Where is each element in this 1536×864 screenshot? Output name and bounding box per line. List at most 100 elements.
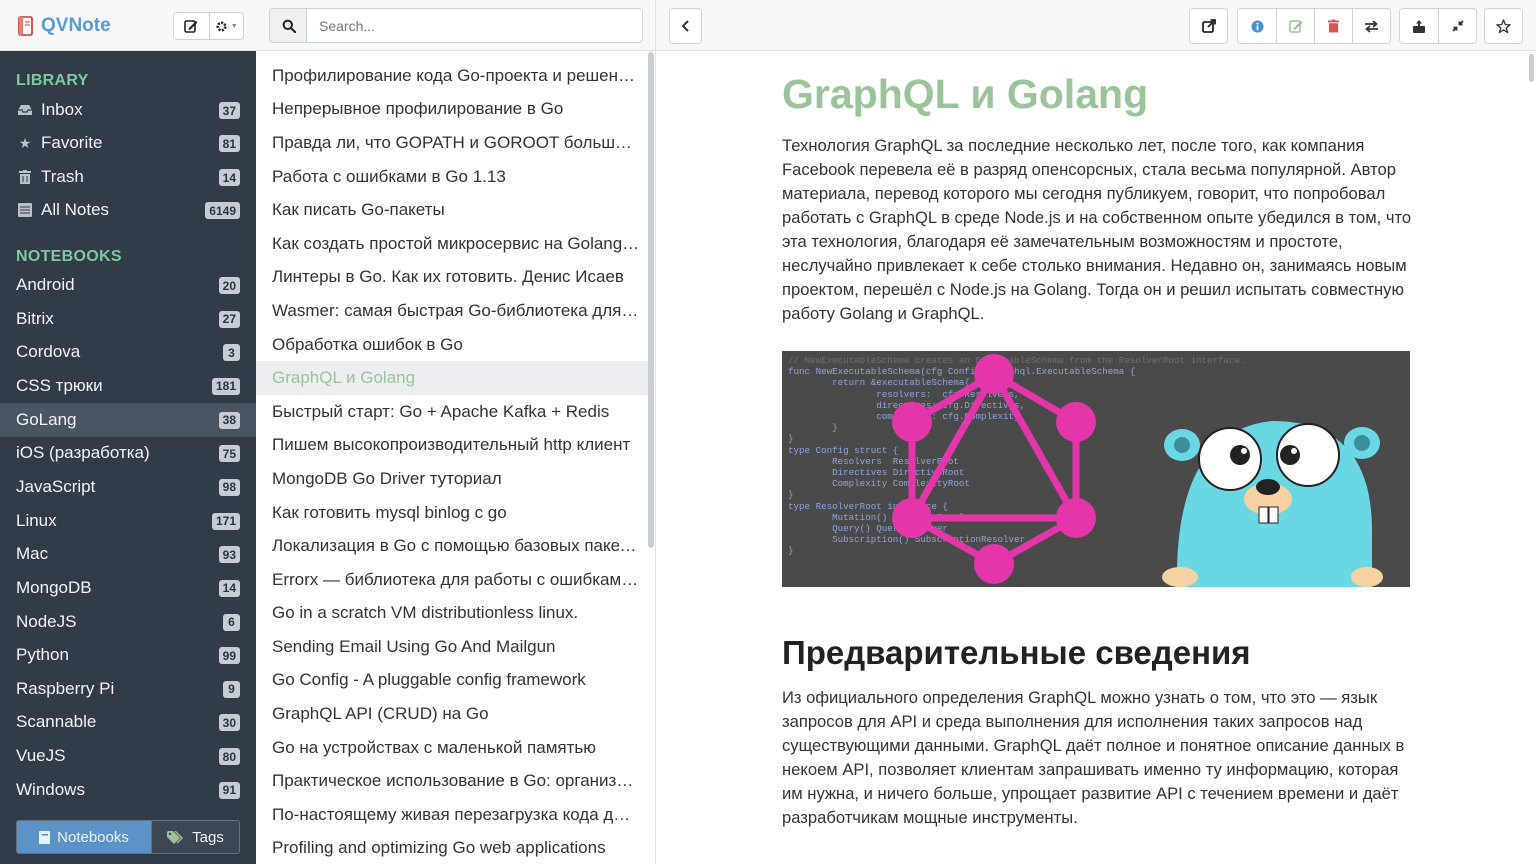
note-title-label: Go in a scratch VM distributionless linu… — [272, 603, 579, 623]
note-list-item[interactable]: Локализация в Go с помощью базовых пакет… — [256, 529, 648, 563]
sidebar-notebook-item[interactable]: Linux 171 — [0, 504, 256, 538]
note-list-item[interactable]: Практическое использование в Go: организ… — [256, 764, 648, 798]
sidebar-notebook-item[interactable]: Python 99 — [0, 638, 256, 672]
settings-button[interactable]: ▼ — [208, 13, 244, 39]
new-note-button[interactable] — [174, 13, 209, 39]
note-list-item[interactable]: Обработка ошибок в Go — [256, 328, 648, 362]
section-paragraph: Из официального определения GraphQL можн… — [782, 688, 1405, 827]
note-list-item[interactable]: Непрерывное профилирование в Go — [256, 93, 648, 127]
tags-icon — [167, 830, 184, 844]
notebook-label: JavaScript — [16, 476, 96, 496]
note-list-item[interactable]: Go Config - A pluggable config framework — [256, 664, 648, 698]
sidebar-notebook-item[interactable]: Scannable 30 — [0, 705, 256, 739]
note-list-item[interactable]: Работа с ошибками в Go 1.13 — [256, 160, 648, 194]
open-external-button[interactable] — [1189, 8, 1228, 44]
notebook-label: Scannable — [16, 712, 97, 732]
move-note-button[interactable] — [1352, 9, 1390, 43]
note-list-item[interactable]: Профилирование кода Go-проекта и решение… — [256, 59, 648, 93]
note-title-label: MongoDB Go Driver туториал — [272, 468, 502, 488]
sidebar-item-all-notes[interactable]: All Notes 6149 — [0, 193, 256, 227]
note-list-item[interactable]: Go in a scratch VM distributionless linu… — [256, 597, 648, 631]
count-badge: 30 — [218, 714, 240, 732]
sidebar-notebook-item[interactable]: iOS (разработка) 75 — [0, 436, 256, 470]
compress-button[interactable] — [1438, 9, 1476, 43]
note-list-item[interactable]: Как писать Go-пакеты — [256, 193, 648, 227]
note-list-item[interactable]: GraphQL и Golang — [256, 361, 648, 395]
search-input[interactable] — [306, 8, 643, 43]
tab-tags[interactable]: Tags — [151, 821, 239, 853]
sidebar-notebook-item[interactable]: VueJS 80 — [0, 739, 256, 773]
export-button[interactable] — [1400, 9, 1438, 43]
sidebar-notebook-item[interactable]: CSS трюки 181 — [0, 369, 256, 403]
library-heading: LIBRARY — [16, 72, 89, 89]
edit-note-button[interactable] — [1276, 9, 1314, 43]
notebook-label: MongoDB — [16, 577, 92, 597]
note-title-label: Профилирование кода Go-проекта и решение… — [272, 65, 640, 85]
count-badge: 20 — [218, 277, 240, 294]
view-action-group — [1399, 8, 1477, 44]
count-badge: 99 — [218, 647, 240, 665]
inbox-icon — [16, 104, 34, 116]
sidebar-item-favorite[interactable]: ★ Favorite 81 — [0, 126, 256, 160]
sidebar-notebook-item[interactable]: Mac 93 — [0, 537, 256, 571]
count-badge: 14 — [218, 169, 240, 186]
count-badge: 38 — [218, 411, 240, 429]
note-action-group — [1237, 8, 1391, 44]
note-intro-paragraph: Технология GraphQL за последние нескольк… — [782, 136, 1412, 323]
note-title-label: Работа с ошибками в Go 1.13 — [272, 166, 506, 186]
tab-notebooks[interactable]: Notebooks — [17, 821, 151, 853]
note-list-item[interactable]: Как создать простой микросервис на Golan… — [256, 227, 648, 261]
count-badge: 6 — [223, 613, 240, 631]
back-button[interactable] — [669, 8, 702, 44]
note-list-item[interactable]: Пишем высокопроизводительный http клиент — [256, 429, 648, 463]
search-button[interactable] — [269, 8, 307, 43]
note-list-item[interactable]: Errorx — библиотека для работы с ошибкам… — [256, 563, 648, 597]
sidebar-notebook-item[interactable]: MongoDB 14 — [0, 571, 256, 605]
sidebar-notebook-item[interactable]: NodeJS 6 — [0, 605, 256, 639]
note-list-item[interactable]: Wasmer: самая быстрая Go-библиотека для … — [256, 294, 648, 328]
export-icon — [1413, 19, 1425, 33]
note-title-label: Локализация в Go с помощью базовых пакет… — [272, 536, 640, 556]
note-title-label: По-настоящему живая перезагрузка кода дл… — [272, 804, 640, 824]
sidebar-notebook-item[interactable]: Android 20 — [0, 268, 256, 302]
notes-scrollbar[interactable] — [648, 52, 654, 548]
note-list-item[interactable]: Profiling and optimizing Go web applicat… — [256, 832, 648, 864]
note-title-label: Быстрый старт: Go + Apache Kafka + Redis — [272, 401, 610, 421]
gopher-mascot-icon — [1162, 421, 1383, 587]
note-list-item[interactable]: MongoDB Go Driver туториал — [256, 462, 648, 496]
sidebar-notebook-item[interactable]: Bitrix 27 — [0, 302, 256, 336]
info-button[interactable] — [1238, 9, 1276, 43]
sidebar-item-label: All Notes — [41, 200, 110, 219]
count-badge: 171 — [211, 512, 240, 530]
notebook-label: Windows — [16, 779, 85, 799]
notebook-label: Raspberry Pi — [16, 678, 115, 698]
note-list-item[interactable]: Как готовить mysql binlog с go — [256, 496, 648, 530]
sidebar-item-trash[interactable]: Trash 14 — [0, 160, 256, 194]
note-list-item[interactable]: По-настоящему живая перезагрузка кода дл… — [256, 798, 648, 832]
sidebar-notebook-item[interactable]: Cordova 3 — [0, 335, 256, 369]
note-list-item[interactable]: Линтеры в Go. Как их готовить. Денис Иса… — [256, 261, 648, 295]
note-list-item[interactable]: Go на устройствах с маленькой памятью — [256, 731, 648, 765]
sidebar-item-inbox[interactable]: Inbox 37 — [0, 93, 256, 127]
sidebar-notebook-item[interactable]: GoLang 38 — [0, 402, 256, 437]
sidebar-notebook-item[interactable]: Raspberry Pi 9 — [0, 672, 256, 706]
favorite-button[interactable] — [1484, 8, 1523, 44]
notebook-label: Linux — [16, 510, 57, 530]
sidebar-notebook-item[interactable]: JavaScript 98 — [0, 470, 256, 504]
sidebar-notebook-item[interactable]: Windows 91 — [0, 773, 256, 807]
notebook-label: iOS (разработка) — [16, 443, 150, 463]
note-title-label: Обработка ошибок в Go — [272, 334, 463, 354]
note-title: GraphQL и Golang — [782, 71, 1149, 117]
note-title-label: Непрерывное профилирование в Go — [272, 99, 564, 119]
note-list-item[interactable]: Sending Email Using Go And Mailgun — [256, 630, 648, 664]
delete-note-button[interactable] — [1314, 9, 1352, 43]
gear-icon — [216, 20, 227, 32]
note-list-item[interactable]: Правда ли, что GOPATH и GOROOT больше не… — [256, 126, 648, 160]
content-scrollbar[interactable] — [1529, 54, 1534, 82]
count-badge: 93 — [218, 546, 240, 564]
count-badge: 14 — [218, 579, 240, 597]
note-list-item[interactable]: Быстрый старт: Go + Apache Kafka + Redis — [256, 395, 648, 429]
note-list-item[interactable]: GraphQL API (CRUD) на Go — [256, 697, 648, 731]
section-heading: Предварительные сведения — [782, 634, 1251, 671]
note-title-label: GraphQL API (CRUD) на Go — [272, 704, 489, 724]
